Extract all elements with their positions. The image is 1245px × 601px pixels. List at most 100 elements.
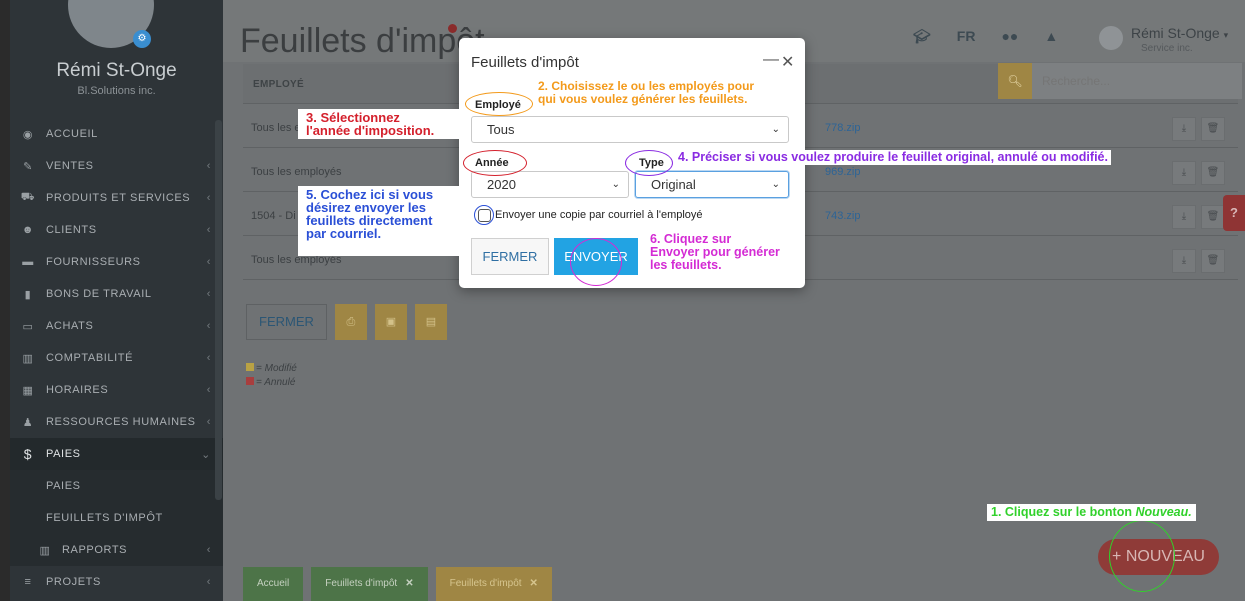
sidebar-item-paies[interactable]: $ PAIES ⌄	[10, 438, 223, 470]
person-icon: ♟	[22, 416, 34, 429]
tab-0[interactable]: Accueil	[243, 567, 304, 601]
annotation-ring-new	[1109, 520, 1175, 592]
close-icon[interactable]: ✕	[781, 52, 794, 72]
tab-label: Feuillets d'impôt	[449, 578, 522, 589]
dashboard-icon: ◉	[22, 128, 34, 141]
row-file-link[interactable]: 969.zip	[825, 166, 860, 178]
download-icon[interactable]: ⤓	[1172, 161, 1196, 185]
sidebar-item-comptabilit-[interactable]: ▥ COMPTABILITÉ ‹	[10, 342, 223, 374]
tab-1[interactable]: Feuillets d'impôt ✕	[311, 567, 428, 601]
chat-icon[interactable]: ●●	[1001, 28, 1018, 45]
sidebar-item-fournisseurs[interactable]: ▬ FOURNISSEURS ‹	[10, 246, 223, 278]
header-user-name[interactable]: Rémi St-Onge ▾	[1131, 25, 1228, 41]
trash-icon[interactable]: 🗑︎	[1201, 249, 1225, 273]
chevron-left-icon: ‹	[206, 192, 211, 204]
sidebar-item-bons-de-travail[interactable]: ▮ BONS DE TRAVAIL ‹	[10, 278, 223, 310]
email-copy-label[interactable]: Envoyer une copie par courriel à l'emplo…	[495, 209, 703, 221]
type-select[interactable]: Original ⌄	[635, 171, 789, 198]
column-employee[interactable]: EMPLOYÉ	[253, 79, 304, 90]
year-select-value: 2020	[487, 177, 516, 192]
chevron-left-icon: ‹	[206, 352, 211, 364]
chevron-left-icon: ‹	[206, 256, 211, 268]
row-employee: Tous les e	[251, 122, 301, 134]
chevron-down-icon: ⌄	[201, 448, 211, 461]
dialog-close-button[interactable]: FERMER	[471, 238, 549, 275]
bar-chart-icon: ▥	[22, 352, 34, 365]
row-file-link[interactable]: 743.zip	[825, 210, 860, 222]
trash-icon[interactable]: 🗑︎	[1201, 161, 1225, 185]
annotation-step5-line4: par courriel.	[306, 226, 382, 241]
language-switch[interactable]: FR	[957, 28, 976, 45]
legend: = Modifié = Annulé	[246, 362, 297, 390]
legend-cancelled: = Annulé	[246, 376, 297, 390]
sidebar-item-projets[interactable]: ≡ PROJETS ‹	[10, 566, 223, 598]
tab-2[interactable]: Feuillets d'impôt ✕	[435, 567, 552, 601]
trash-icon[interactable]: 🗑︎	[1201, 205, 1225, 229]
pdf-icon[interactable]: ▤	[414, 304, 447, 340]
employee-select[interactable]: Tous ⌄	[471, 116, 789, 143]
chevron-down-icon: ⌄	[771, 124, 780, 135]
sidebar-profile: ⚙ Rémi St-Onge Bl.Solutions inc.	[10, 0, 223, 116]
gear-icon[interactable]: ⚙	[133, 30, 151, 48]
chevron-left-icon: ‹	[206, 544, 211, 556]
document-icon: ▮	[24, 288, 32, 301]
export-icon[interactable]: ▣	[374, 304, 407, 340]
top-icons: 🎓︎ FR ●● ▲	[913, 28, 1058, 45]
close-button[interactable]: FERMER	[246, 304, 327, 340]
trash-icon[interactable]: 🗑︎	[1201, 117, 1225, 141]
sidebar-item-ressources-humaines[interactable]: ♟ RESSOURCES HUMAINES ‹	[10, 406, 223, 438]
sidebar-item-feuillets-d-imp-t-sub[interactable]: FEUILLETS D'IMPÔT	[10, 502, 223, 534]
dollar-icon: $	[23, 446, 33, 462]
minimize-icon[interactable]: —	[763, 51, 779, 69]
caret-down-icon: ▾	[1223, 30, 1229, 40]
row-file-link[interactable]: 778.zip	[825, 122, 860, 134]
header-user-name-text: Rémi St-Onge	[1131, 25, 1220, 41]
sidebar-item-produits-et-services[interactable]: ⛟ PRODUITS ET SERVICES ‹	[10, 182, 223, 214]
sidebar-item-ventes[interactable]: ✎ VENTES ‹	[10, 150, 223, 182]
notification-dot	[448, 24, 457, 33]
sidebar-item-achats[interactable]: ▭ ACHATS ‹	[10, 310, 223, 342]
sidebar-item-rapports-sub[interactable]: ▥ RAPPORTS ‹	[10, 534, 223, 566]
search-icon[interactable]: 🔍︎	[998, 63, 1032, 99]
chevron-left-icon: ‹	[206, 288, 211, 300]
download-icon[interactable]: ⤓	[1172, 205, 1196, 229]
avatar[interactable]	[1099, 26, 1123, 50]
sidebar-scrollbar[interactable]	[215, 120, 222, 500]
sidebar-item-accueil[interactable]: ◉ ACCUEIL	[10, 118, 223, 150]
close-icon[interactable]: ✕	[530, 578, 538, 589]
truck-icon: ▬	[22, 256, 34, 268]
sidebar-item-horaires[interactable]: ▦ HORAIRES ‹	[10, 374, 223, 406]
download-icon[interactable]: ⤓	[1172, 117, 1196, 141]
legend-modified-label: = Modifié	[256, 363, 297, 374]
legend-cancelled-label: = Annulé	[256, 377, 296, 388]
sidebar-item-clients[interactable]: ☻ CLIENTS ‹	[10, 214, 223, 246]
chevron-down-icon: ⌄	[611, 179, 620, 190]
legend-modified: = Modifié	[246, 362, 297, 376]
annotation-step2-line2: qui vous voulez générer les feuillets.	[538, 92, 748, 106]
credit-card-icon: ▭	[22, 320, 34, 333]
print-icon[interactable]: ⎙	[334, 304, 367, 340]
annotation-ring-year	[463, 150, 527, 176]
chevron-left-icon: ‹	[206, 384, 211, 396]
annotation-step1: 1. Cliquez sur le bonton Nouveau.	[987, 504, 1196, 521]
cart-icon: ⛟	[20, 191, 36, 203]
annotation-step6-line3: les feuillets.	[650, 258, 722, 272]
graduation-cap-icon[interactable]: 🎓︎	[913, 28, 931, 45]
help-tab[interactable]: ?	[1223, 195, 1245, 231]
action-buttons: FERMER ⎙ ▣ ▤	[246, 304, 447, 340]
sidebar-item-paies-sub[interactable]: PAIES	[10, 470, 223, 502]
bell-icon[interactable]: ▲	[1044, 28, 1058, 45]
download-icon[interactable]: ⤓	[1172, 249, 1196, 273]
tab-label: Accueil	[257, 578, 290, 589]
sidebar-item-label: PAIES	[46, 448, 81, 460]
sidebar-item-label: HORAIRES	[46, 384, 109, 396]
annotation-step3-line2: l'année d'imposition.	[306, 123, 435, 138]
annotation-ring-checkbox	[474, 205, 494, 225]
list-icon: ≡	[24, 576, 32, 588]
chevron-left-icon: ‹	[206, 160, 211, 172]
chevron-left-icon: ‹	[206, 320, 211, 332]
search-input[interactable]	[1032, 63, 1242, 99]
close-icon[interactable]: ✕	[405, 578, 413, 589]
sidebar-user-company: Bl.Solutions inc.	[77, 85, 156, 97]
sidebar-item-label: FEUILLETS D'IMPÔT	[46, 512, 163, 524]
